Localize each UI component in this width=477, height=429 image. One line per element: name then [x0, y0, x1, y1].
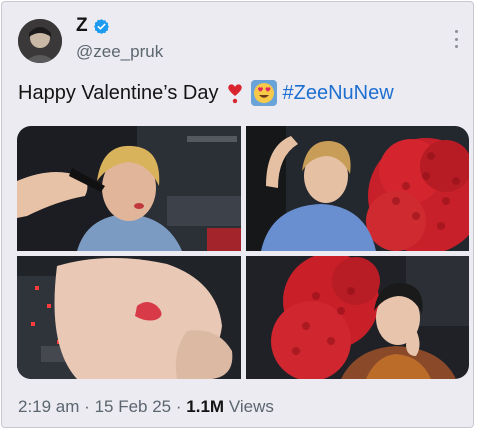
heart-exclamation-icon [227, 84, 242, 104]
tweet-text: Happy Valentine’s Day #ZeeNuNew [18, 80, 394, 106]
media-grid [17, 126, 469, 379]
display-name[interactable]: Z [76, 15, 110, 37]
photo-3[interactable] [17, 256, 241, 379]
tweet-time[interactable]: 2:19 am [18, 397, 79, 416]
photo-2[interactable] [246, 126, 469, 251]
views-count: 1.1M [186, 397, 225, 416]
handle[interactable]: @zee_pruk [76, 42, 163, 62]
tweet-meta: 2:19 am · 15 Feb 25 · 1.1M Views [18, 397, 274, 417]
display-name-text[interactable]: Z [76, 15, 88, 37]
tweet-card: Z @zee_pruk Happy Valentine’s Day #ZeeNu… [1, 1, 474, 428]
meta-separator: · [175, 397, 182, 416]
views-label: Views [228, 397, 274, 416]
photo-1[interactable] [17, 126, 241, 251]
photo-4[interactable] [246, 256, 469, 379]
verified-badge-icon [93, 18, 109, 34]
avatar[interactable] [18, 19, 62, 63]
more-options-icon[interactable] [451, 30, 461, 48]
meta-separator: · [84, 397, 90, 416]
hashtag-link[interactable]: #ZeeNuNew [283, 82, 394, 105]
tweet-text-body: Happy Valentine’s Day [18, 81, 219, 104]
heart-eyes-face-icon [250, 80, 277, 106]
tweet-date[interactable]: 15 Feb 25 [95, 397, 172, 416]
